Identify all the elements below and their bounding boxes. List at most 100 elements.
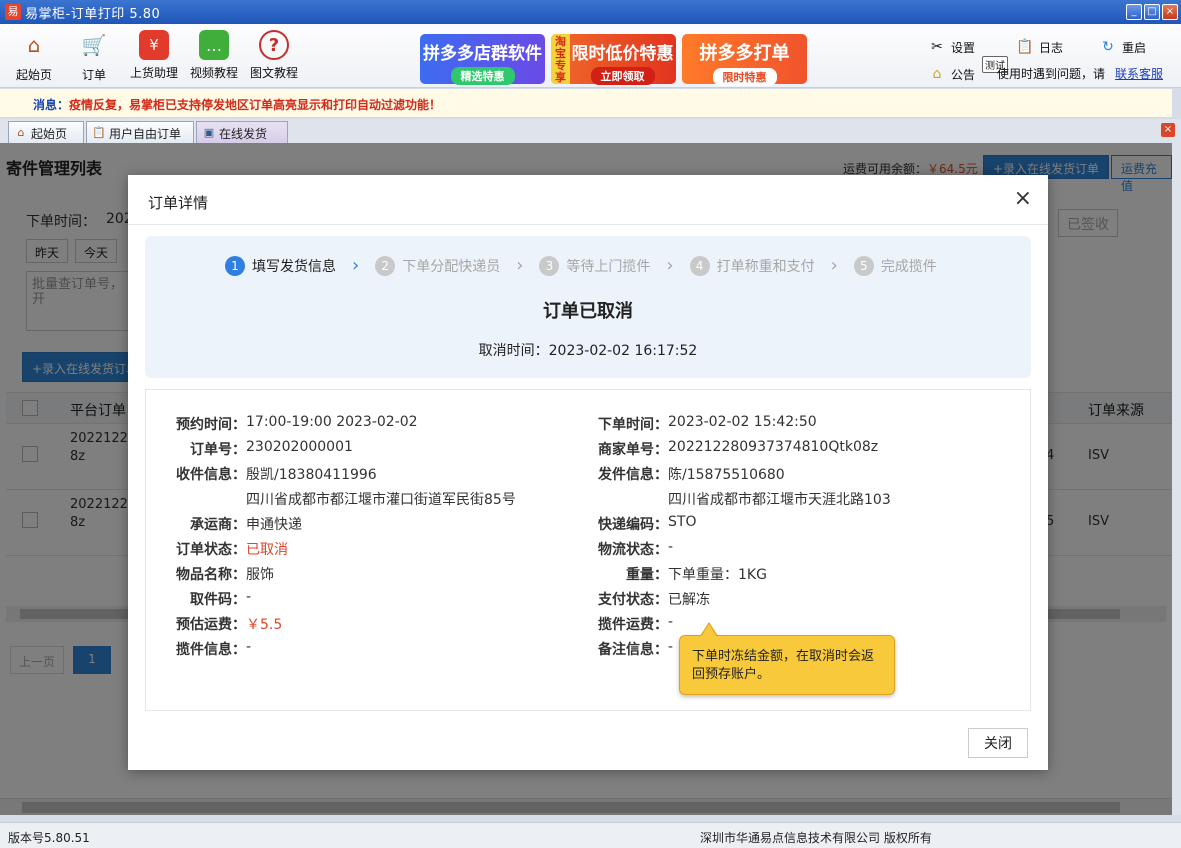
copyright-text: 深圳市华通易点信息技术有限公司 版权所有 (700, 831, 932, 845)
notice-label: 公告 (951, 67, 976, 82)
order-status-title: 订单已取消 (543, 301, 633, 322)
field-label: 承运商： (190, 517, 246, 533)
restart-label: 重启 (1122, 40, 1147, 55)
ad-banner-taobao[interactable]: 淘宝专享 限时低价特惠 立即领取 (551, 34, 676, 85)
chevron-right-icon: › (830, 255, 838, 276)
detail-row: 预估运费： ￥5.5 (171, 614, 282, 634)
order-status-value: 已取消 (246, 542, 288, 558)
message-label: 消息： (33, 98, 70, 112)
step-number: 5 (853, 256, 874, 276)
settings-button[interactable]: ✂ 设置 (928, 38, 975, 56)
clipboard-icon: 📋 (92, 126, 106, 139)
detail-row: 收件信息： 殷凯/18380411996 (171, 464, 377, 484)
window-close-button[interactable]: × (1162, 4, 1178, 20)
tab-label: 在线发货 (219, 127, 268, 141)
field-label (593, 489, 668, 509)
log-document-icon: 📋 (1016, 39, 1034, 55)
toolbar-label: 起始页 (15, 68, 52, 82)
order-detail-panel: 预约时间： 17:00-19:00 2023-02-02 订单号： 23020200… (145, 389, 1031, 711)
field-label: 预估运费： (176, 617, 246, 633)
toolbar-label: 视频教程 (189, 66, 238, 80)
field-value: 殷凯/18380411996 (246, 467, 377, 483)
notice-icon: ⌂ (932, 66, 942, 82)
upload-bag-icon: ¥ (139, 30, 169, 60)
chat-bubble-icon: … (199, 30, 229, 60)
step-label: 完成揽件 (880, 259, 937, 275)
detail-row: 物流状态： - (593, 539, 673, 559)
restart-button[interactable]: ↻ 重启 (1099, 38, 1146, 56)
field-value: - (246, 589, 252, 605)
field-value: - (668, 639, 674, 655)
window-title: 易掌柜-订单打印 5.80 (25, 6, 161, 22)
field-label: 商家单号： (598, 442, 668, 458)
tab-online-shipping[interactable]: ▣ 在线发货 (196, 121, 288, 143)
field-label: 物品名称： (176, 567, 246, 583)
home-icon: ⌂ (27, 33, 41, 57)
detail-row: 取件码： - (171, 589, 251, 609)
log-button[interactable]: 📋 日志 (1016, 38, 1063, 56)
question-icon: ? (259, 30, 289, 60)
contact-support-link[interactable]: 联系客服 (1115, 65, 1163, 82)
cancel-time: 取消时间：2023-02-02 16:17:52 (478, 343, 698, 359)
field-value: - (668, 614, 674, 630)
order-detail-dialog: 订单详情 × 1 填写发货信息 › 2 下单分配快递员 › 3 等待上门揽件 › 4打… (128, 175, 1048, 770)
ad-banner-pdd-shop[interactable]: 拼多多店群软件 精选特惠 (420, 34, 545, 85)
step-number: 1 (225, 256, 245, 276)
toolbar-label: 订单 (81, 68, 106, 82)
detail-row: 承运商： 申通快递 (171, 514, 302, 534)
field-label: 备注信息： (598, 642, 668, 658)
payment-tooltip: 下单时冻结金额，在取消时会返回预存账户。 (679, 622, 895, 695)
help-text-row: 使用时遇到问题，请 联系客服 (997, 65, 1163, 82)
field-label: 物流状态： (598, 542, 668, 558)
field-value: 已解冻 (668, 592, 710, 608)
progress-steps: 1 填写发货信息 › 2 下单分配快递员 › 3 等待上门揽件 › 4 打单称重和支付 … (225, 256, 937, 276)
detail-row: 快递编码： STO (593, 514, 696, 534)
tab-user-orders[interactable]: 📋 用户自由订单 (86, 121, 194, 143)
close-icon[interactable]: × (1014, 187, 1032, 211)
message-text: 疫情反复，易掌柜已支持停发地区订单高亮显示和打印自动过滤功能！ (69, 98, 442, 112)
app-logo-icon: 易 (5, 4, 21, 20)
field-label (171, 489, 246, 509)
step-4: 4 打单称重和支付 (689, 256, 815, 276)
tab-close-icon[interactable]: × (1161, 123, 1175, 137)
toolbar-label: 图文教程 (249, 66, 298, 80)
tab-home[interactable]: ⌂ 起始页 (8, 121, 84, 143)
step-label: 等待上门揽件 (566, 259, 651, 275)
cart-icon: 🛒 (81, 33, 107, 57)
toolbar: ⌂ 起始页 🛒 订单 ¥ 上货助理 … 视频教程 ? 图文教程 拼多多店群软件 … (0, 24, 1181, 88)
toolbar-home-button[interactable]: ⌂ 起始页 (4, 28, 64, 83)
ad-subtitle: 立即领取 (590, 67, 655, 85)
log-label: 日志 (1039, 40, 1064, 55)
notice-button[interactable]: ⌂ 公告 (928, 65, 975, 83)
help-text: 使用时遇到问题，请 (997, 67, 1106, 81)
detail-row: 备注信息： - (593, 639, 673, 659)
field-value: 230202000001 (246, 439, 353, 455)
toolbar-upload-assistant-button[interactable]: ¥ 上货助理 (124, 28, 184, 81)
tab-strip: ⌂ 起始页 📋 用户自由订单 ▣ 在线发货 × (0, 119, 1181, 143)
ad-banner-pdd-print[interactable]: 拼多多打单 限时特惠 (682, 34, 807, 86)
tooltip-arrow-fill (701, 624, 717, 637)
field-value: 17:00-19:00 2023-02-02 (246, 414, 418, 430)
toolbar-orders-button[interactable]: 🛒 订单 (64, 28, 124, 83)
step-3: 3 等待上门揽件 (539, 256, 650, 276)
field-label: 支付状态： (598, 592, 668, 608)
maximize-button[interactable]: □ (1144, 4, 1160, 20)
window-right-border (1172, 143, 1181, 815)
detail-row: 物品名称： 服饰 (171, 564, 274, 584)
toolbar-guide-button[interactable]: ? 图文教程 (244, 28, 304, 81)
detail-row: 四川省成都市都江堰市灌口街道军民街85号 (171, 489, 516, 509)
field-value: 四川省成都市都江堰市天涯北路103 (668, 492, 891, 508)
detail-row: 商家单号： 202212280937374810Qtk08z (593, 439, 878, 459)
progress-panel: 1 填写发货信息 › 2 下单分配快递员 › 3 等待上门揽件 › 4 打单称重和支付 … (145, 236, 1031, 378)
detail-row: 揽件信息： - (171, 639, 251, 659)
minimize-button[interactable]: _ (1126, 4, 1142, 20)
field-value: 下单重量：1KG (668, 567, 767, 583)
step-5: 5 完成揽件 (853, 256, 937, 276)
status-bar: 版本号5.80.51 深圳市华通易点信息技术有限公司 版权所有 (0, 822, 1181, 848)
toolbar-video-tutorial-button[interactable]: … 视频教程 (184, 28, 244, 81)
refresh-icon: ↻ (1102, 39, 1114, 55)
field-value: 陈/15875510680 (668, 467, 785, 483)
close-button[interactable]: 关闭 (968, 728, 1028, 758)
monitor-icon: ▣ (203, 126, 215, 139)
detail-row: 四川省成都市都江堰市天涯北路103 (593, 489, 891, 509)
